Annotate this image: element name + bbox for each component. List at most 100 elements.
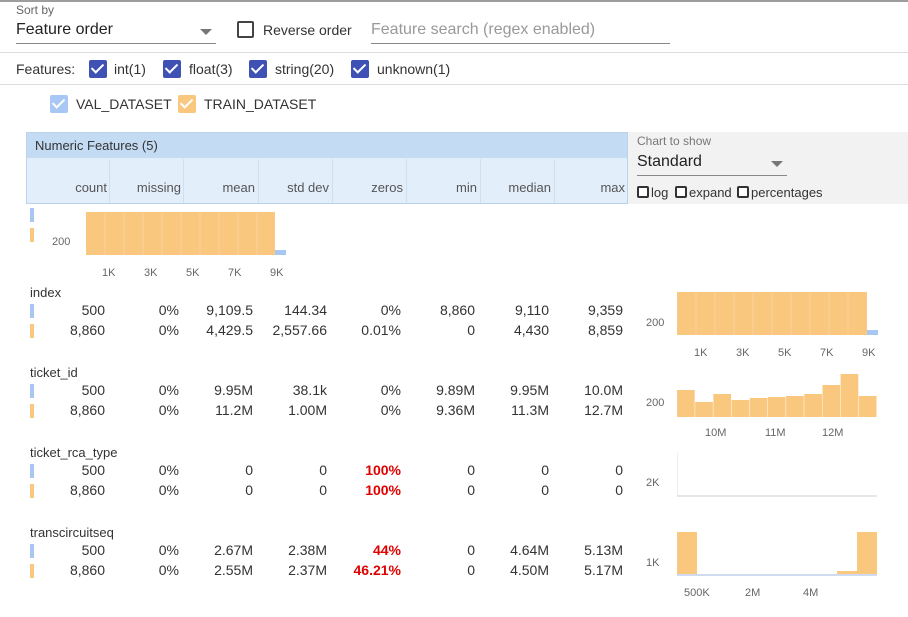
train-dataset-label[interactable]: TRAIN_DATASET [204,96,316,112]
table-cell: 1.00M [288,402,327,418]
col-missing[interactable]: missing [111,180,181,195]
col-mean[interactable]: mean [185,180,255,195]
val-swatch [30,384,34,398]
expand-label[interactable]: expand [689,185,732,200]
col-median[interactable]: median [481,180,551,195]
table-cell: 0 [615,462,623,478]
x-tick: 4M [803,587,819,599]
table-cell: 9,110 [515,302,549,318]
feature-name[interactable]: transcircuitseq [30,525,114,540]
table-cell: 0 [467,322,475,338]
filter-int-label[interactable]: int(1) [114,61,146,77]
expand-checkbox[interactable] [675,186,687,198]
train-bar [677,390,695,417]
col-std-dev[interactable]: std dev [259,180,329,195]
train-swatch [30,404,34,418]
table-cell: 0 [541,462,549,478]
train-dataset-checkbox[interactable] [178,95,196,113]
train-bar [677,532,697,576]
feature-name[interactable]: ticket_rca_type [30,445,117,460]
train-bar [804,394,822,417]
table-cell: 44% [372,542,401,558]
train-bar [786,396,804,417]
train-bar [713,394,732,417]
col-count[interactable]: count [37,180,107,195]
col-divider [109,159,110,203]
table-cell: 12.7M [584,402,623,418]
reverse-order-label[interactable]: Reverse order [263,22,352,38]
table-cell: 4,430 [513,322,549,338]
train-swatch [30,484,34,498]
top-histogram [86,212,286,255]
filter-float-checkbox[interactable] [163,60,181,78]
chevron-down-icon [771,161,783,167]
y-tick: 200 [52,236,71,248]
col-min[interactable]: min [407,180,477,195]
table-cell: 0 [245,462,253,478]
filter-string-checkbox[interactable] [249,60,267,78]
table-cell: 8,860 [439,302,475,318]
table-cell: 144.34 [284,302,327,318]
y-tick: 1K [646,557,660,569]
table-cell: 0 [541,482,549,498]
col-zeros[interactable]: zeros [333,180,403,195]
percentages-label[interactable]: percentages [751,185,823,200]
table-cell: 0% [380,382,401,398]
table-cell: 100% [365,462,401,478]
val-dataset-label[interactable]: VAL_DATASET [76,96,172,112]
x-tick: 500K [684,587,710,599]
table-cell: 0% [158,382,179,398]
filter-float-label[interactable]: float(3) [189,61,233,77]
table-cell: 2.55M [214,562,253,578]
top-border [0,0,908,2]
table-cell: 8,860 [69,322,105,338]
table-cell: 0 [467,482,475,498]
filter-string-label[interactable]: string(20) [275,61,334,77]
col-max[interactable]: max [555,180,625,195]
train-bar [767,397,786,417]
train-bar [749,398,768,417]
feature-name[interactable]: ticket_id [30,365,78,380]
col-divider [183,159,184,203]
train-bar [731,400,750,417]
table-title: Numeric Features (5) [27,133,627,158]
log-checkbox[interactable] [637,186,649,198]
sort-by-value: Feature order [16,21,113,38]
table-cell: 0 [615,482,623,498]
x-tick: 9K [270,267,284,279]
table-cell: 8,860 [69,562,105,578]
table-cell: 0% [158,402,179,418]
table-cell: 9.89M [436,382,475,398]
table-cell: 9,109.5 [206,302,253,318]
chart-to-show-dropdown[interactable]: Standard [637,150,787,176]
table-cell: 0 [319,462,327,478]
feature-histogram [677,292,878,335]
feature-search[interactable] [371,18,670,44]
train-swatch [30,564,34,578]
feature-name[interactable]: index [30,285,61,300]
filter-int-checkbox[interactable] [89,60,107,78]
log-label[interactable]: log [651,185,668,200]
val-dataset-checkbox[interactable] [50,95,68,113]
filters-divider [0,84,908,85]
filter-unknown-checkbox[interactable] [351,60,369,78]
train-swatch [30,324,34,338]
table-cell: 0 [467,562,475,578]
feature-histogram [677,532,877,576]
train-bar [822,385,841,417]
x-tick: 1K [694,347,708,359]
x-tick: 7K [820,347,834,359]
percentages-checkbox[interactable] [737,186,749,198]
table-cell: 0 [467,542,475,558]
sort-by-dropdown[interactable]: Feature order [16,18,216,44]
val-swatch [30,304,34,318]
table-cell: 4.64M [510,542,549,558]
reverse-order-checkbox[interactable] [237,21,254,38]
feature-histogram [677,453,877,497]
feature-histogram [677,374,877,417]
filter-unknown-label[interactable]: unknown(1) [377,61,450,77]
feature-search-input[interactable] [371,18,670,42]
y-tick: 2K [646,477,660,489]
table-cell: 0 [319,482,327,498]
train-bar [858,396,877,417]
